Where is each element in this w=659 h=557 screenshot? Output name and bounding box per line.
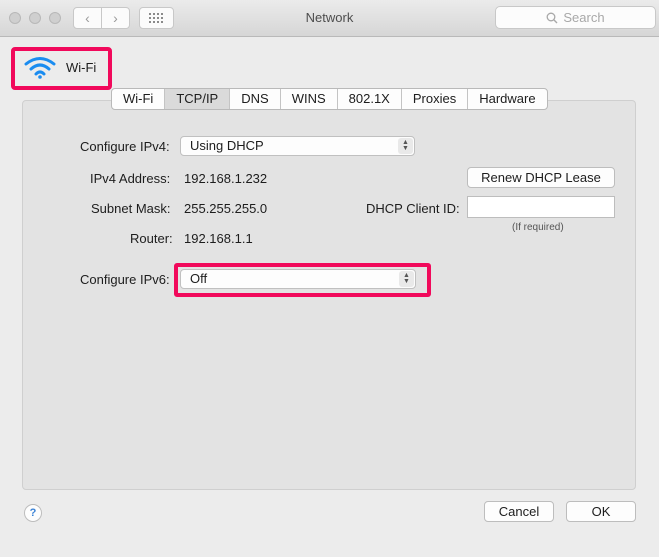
subnet-mask-value: 255.255.255.0 <box>184 201 268 216</box>
client-id-hint: (If required) <box>512 222 564 233</box>
tab-hardware[interactable]: Hardware <box>468 89 546 109</box>
ipv4-address-label: IPv4 Address: <box>90 171 171 186</box>
configure-ipv6-label: Configure IPv6: <box>80 272 170 287</box>
tab-proxies[interactable]: Proxies <box>402 89 469 109</box>
dhcp-client-id-label: DHCP Client ID: <box>366 201 460 216</box>
configure-ipv4-label: Configure IPv4: <box>80 139 170 154</box>
tab-dns[interactable]: DNS <box>230 89 281 109</box>
search-icon <box>546 12 558 23</box>
renew-dhcp-lease-button[interactable]: Renew DHCP Lease <box>467 167 615 188</box>
subnet-mask-label: Subnet Mask: <box>91 201 171 216</box>
highlight-box-ipv6 <box>174 263 431 297</box>
tab-tcp-ip[interactable]: TCP/IP <box>165 89 231 109</box>
configure-ipv4-value: Using DHCP <box>190 138 264 153</box>
router-value: 192.168.1.1 <box>184 231 253 246</box>
help-button[interactable]: ? <box>24 504 42 522</box>
cancel-button[interactable]: Cancel <box>484 501 554 522</box>
dhcp-client-id-field[interactable] <box>467 196 615 218</box>
configure-ipv4-select[interactable]: Using DHCP ▲ ▼ <box>180 136 415 156</box>
tab-8021x[interactable]: 802.1X <box>338 89 402 109</box>
ipv4-address-value: 192.168.1.232 <box>184 171 268 186</box>
search-placeholder: Search <box>563 10 605 25</box>
title-bar: ‹ › Network Search <box>0 0 659 37</box>
tab-bar: Wi-Fi TCP/IP DNS WINS 802.1X Proxies Har… <box>111 88 548 110</box>
highlight-box-wifi <box>11 47 112 90</box>
ok-button[interactable]: OK <box>566 501 636 522</box>
search-input[interactable]: Search <box>495 6 656 29</box>
tab-wins[interactable]: WINS <box>281 89 338 109</box>
tab-wifi[interactable]: Wi-Fi <box>112 89 166 109</box>
stepper-arrows-icon: ▲ ▼ <box>398 138 413 154</box>
router-label: Router: <box>130 231 173 246</box>
